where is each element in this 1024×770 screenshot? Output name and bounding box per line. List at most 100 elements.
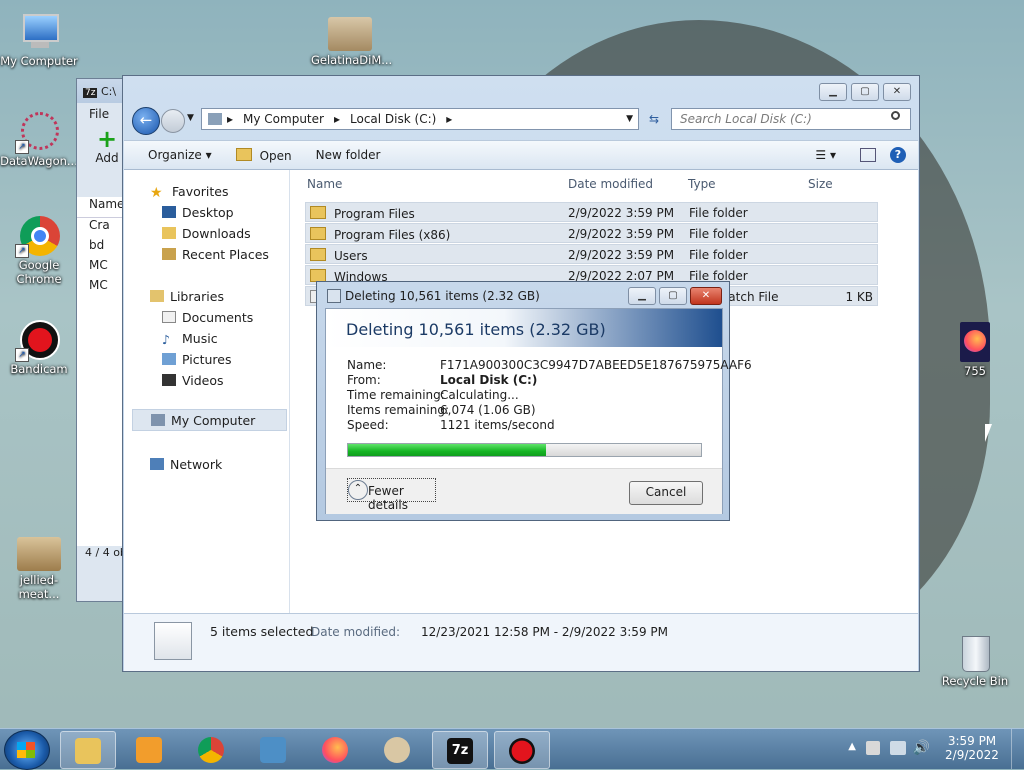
selection-count: 5 items selected bbox=[210, 624, 314, 639]
file-type: File folder bbox=[689, 227, 748, 241]
column-header-type[interactable]: Type bbox=[688, 177, 716, 191]
organize-menu[interactable]: Organize ▾ bbox=[124, 148, 224, 162]
taskbar-bandicam[interactable] bbox=[494, 731, 550, 769]
network-icon bbox=[150, 458, 164, 470]
items-row: Items remaining: 6,074 (1.06 GB) bbox=[347, 403, 536, 417]
nav-label: Libraries bbox=[170, 289, 224, 304]
nav-label: My Computer bbox=[171, 413, 256, 428]
maximize-button[interactable]: ▢ bbox=[851, 83, 879, 101]
desktop-icon-my-computer[interactable]: My Computer bbox=[0, 12, 78, 68]
chevron-up-icon: ⌃ bbox=[348, 480, 368, 500]
file-type: File folder bbox=[689, 206, 748, 220]
search-icon bbox=[891, 111, 900, 120]
nav-my-computer[interactable]: My Computer bbox=[132, 409, 287, 431]
minimize-button[interactable]: ▁ bbox=[819, 83, 847, 101]
desktop-icon-755[interactable]: 755 bbox=[936, 322, 1014, 378]
network-icon[interactable] bbox=[890, 741, 906, 755]
taskbar-photo-viewer[interactable] bbox=[246, 731, 300, 767]
music-icon: ♪ bbox=[162, 332, 170, 347]
organize-label: Organize bbox=[148, 148, 202, 162]
show-hidden-icons-button[interactable]: ▲ bbox=[848, 741, 856, 752]
taskbar-paint[interactable] bbox=[370, 731, 424, 767]
file-row[interactable]: Program Files (x86) 2/9/2022 3:59 PM Fil… bbox=[305, 223, 878, 243]
desktop-icon-chrome[interactable]: ↗ Google Chrome bbox=[0, 216, 78, 286]
breadcrumb-local-disk[interactable]: Local Disk (C:) bbox=[345, 112, 441, 126]
downloads-icon bbox=[162, 227, 176, 239]
nav-documents[interactable]: Documents bbox=[162, 310, 253, 325]
nav-desktop[interactable]: Desktop bbox=[162, 205, 234, 220]
nav-label: Recent Places bbox=[182, 247, 269, 262]
file-row[interactable]: Users 2/9/2022 3:59 PM File folder bbox=[305, 244, 878, 264]
dialog-minimize-button[interactable]: ▁ bbox=[628, 287, 656, 305]
search-input[interactable]: Search Local Disk (C:) bbox=[671, 108, 911, 130]
clock[interactable]: 3:59 PM 2/9/2022 bbox=[942, 734, 1002, 762]
taskbar-7zip[interactable]: 7z bbox=[432, 731, 488, 769]
nav-downloads[interactable]: Downloads bbox=[162, 226, 251, 241]
show-desktop-button[interactable] bbox=[1011, 729, 1024, 769]
speed-value: 1121 items/second bbox=[440, 418, 555, 432]
desktop-icon-datawagon[interactable]: ↗ DataWagon... bbox=[0, 112, 78, 168]
desktop-icon-recycle-bin[interactable]: Recycle Bin bbox=[936, 632, 1014, 688]
nav-pictures[interactable]: Pictures bbox=[162, 352, 232, 367]
file-date: 2/9/2022 3:59 PM bbox=[568, 248, 675, 262]
desktop-icon-gelatina[interactable]: GelatinaDiM... bbox=[311, 17, 392, 67]
nav-label: Videos bbox=[182, 373, 224, 388]
nav-videos[interactable]: Videos bbox=[162, 373, 224, 388]
view-options-button[interactable]: ☰ ▾ bbox=[815, 148, 836, 162]
folder-icon bbox=[310, 206, 326, 219]
action-center-icon[interactable] bbox=[866, 741, 880, 755]
close-button[interactable]: ✕ bbox=[883, 83, 911, 101]
navigation-pane[interactable]: ★ Favorites Desktop Downloads Recent Plac… bbox=[124, 170, 290, 613]
nav-music[interactable]: ♪ Music bbox=[162, 331, 218, 347]
recent-pages-dropdown[interactable]: ▼ bbox=[187, 113, 194, 123]
taskbar-chrome[interactable] bbox=[184, 731, 238, 767]
fewer-details-button[interactable]: ⌃ Fewer details bbox=[347, 478, 436, 512]
dialog-close-button[interactable]: ✕ bbox=[690, 287, 722, 305]
start-button[interactable] bbox=[4, 730, 50, 770]
nav-network[interactable]: Network bbox=[150, 457, 222, 472]
folder-icon bbox=[310, 248, 326, 261]
desktop-icon-jellied-meat[interactable]: jellied-meat... bbox=[0, 537, 78, 601]
address-dropdown[interactable]: ▼ bbox=[621, 114, 638, 124]
nav-libraries[interactable]: Libraries bbox=[150, 289, 224, 304]
cancel-button[interactable]: Cancel bbox=[629, 481, 703, 505]
breadcrumb-my-computer[interactable]: My Computer bbox=[238, 112, 329, 126]
date-modified-label: Date modified: bbox=[311, 625, 401, 639]
nav-label: Desktop bbox=[182, 205, 234, 220]
volume-icon[interactable]: 🔊 bbox=[913, 740, 930, 756]
column-header-date[interactable]: Date modified bbox=[568, 177, 653, 191]
new-folder-button[interactable]: New folder bbox=[304, 148, 393, 162]
column-header-name[interactable]: Name bbox=[307, 177, 342, 191]
desktop-icon-label: jellied-meat... bbox=[18, 573, 60, 601]
videos-icon bbox=[162, 374, 176, 386]
file-row[interactable]: Program Files 2/9/2022 3:59 PM File fold… bbox=[305, 202, 878, 222]
drive-icon bbox=[208, 113, 222, 125]
address-bar[interactable]: ▸ My Computer ▸ Local Disk (C:) ▸ ▼ bbox=[201, 108, 639, 130]
from-label: From: bbox=[347, 373, 381, 387]
file-size: 1 KB bbox=[845, 290, 873, 304]
help-icon[interactable]: ? bbox=[890, 147, 906, 163]
taskbar-media-player[interactable] bbox=[122, 731, 176, 767]
image-thumbnail-icon bbox=[328, 17, 372, 51]
preview-pane-icon[interactable] bbox=[860, 148, 876, 162]
desktop-icon-bandicam[interactable]: ↗ Bandicam bbox=[0, 320, 78, 376]
nav-recent-places[interactable]: Recent Places bbox=[162, 247, 269, 262]
forward-button[interactable] bbox=[161, 109, 185, 133]
progress-bar bbox=[347, 443, 702, 457]
taskbar-firefox[interactable] bbox=[308, 731, 362, 767]
dialog-maximize-button[interactable]: ▢ bbox=[659, 287, 687, 305]
column-header-size[interactable]: Size bbox=[808, 177, 833, 191]
taskbar-explorer[interactable] bbox=[60, 731, 116, 769]
fewer-details-label: Fewer details bbox=[368, 484, 408, 512]
from-value[interactable]: Local Disk (C:) bbox=[440, 373, 537, 387]
folder-icon bbox=[310, 227, 326, 240]
back-button[interactable]: ← bbox=[132, 107, 160, 135]
chrome-icon bbox=[198, 737, 224, 763]
desktop-icon-label: Bandicam bbox=[10, 362, 68, 376]
from-row: From: Local Disk (C:) bbox=[347, 373, 537, 387]
delete-progress-dialog[interactable]: Deleting 10,561 items (2.32 GB) ▁ ▢ ✕ De… bbox=[316, 281, 752, 521]
refresh-button[interactable]: ⇆ bbox=[643, 108, 665, 130]
open-button[interactable]: Open bbox=[224, 147, 304, 163]
nav-favorites[interactable]: ★ Favorites bbox=[150, 184, 229, 201]
nav-label: Favorites bbox=[172, 184, 229, 199]
